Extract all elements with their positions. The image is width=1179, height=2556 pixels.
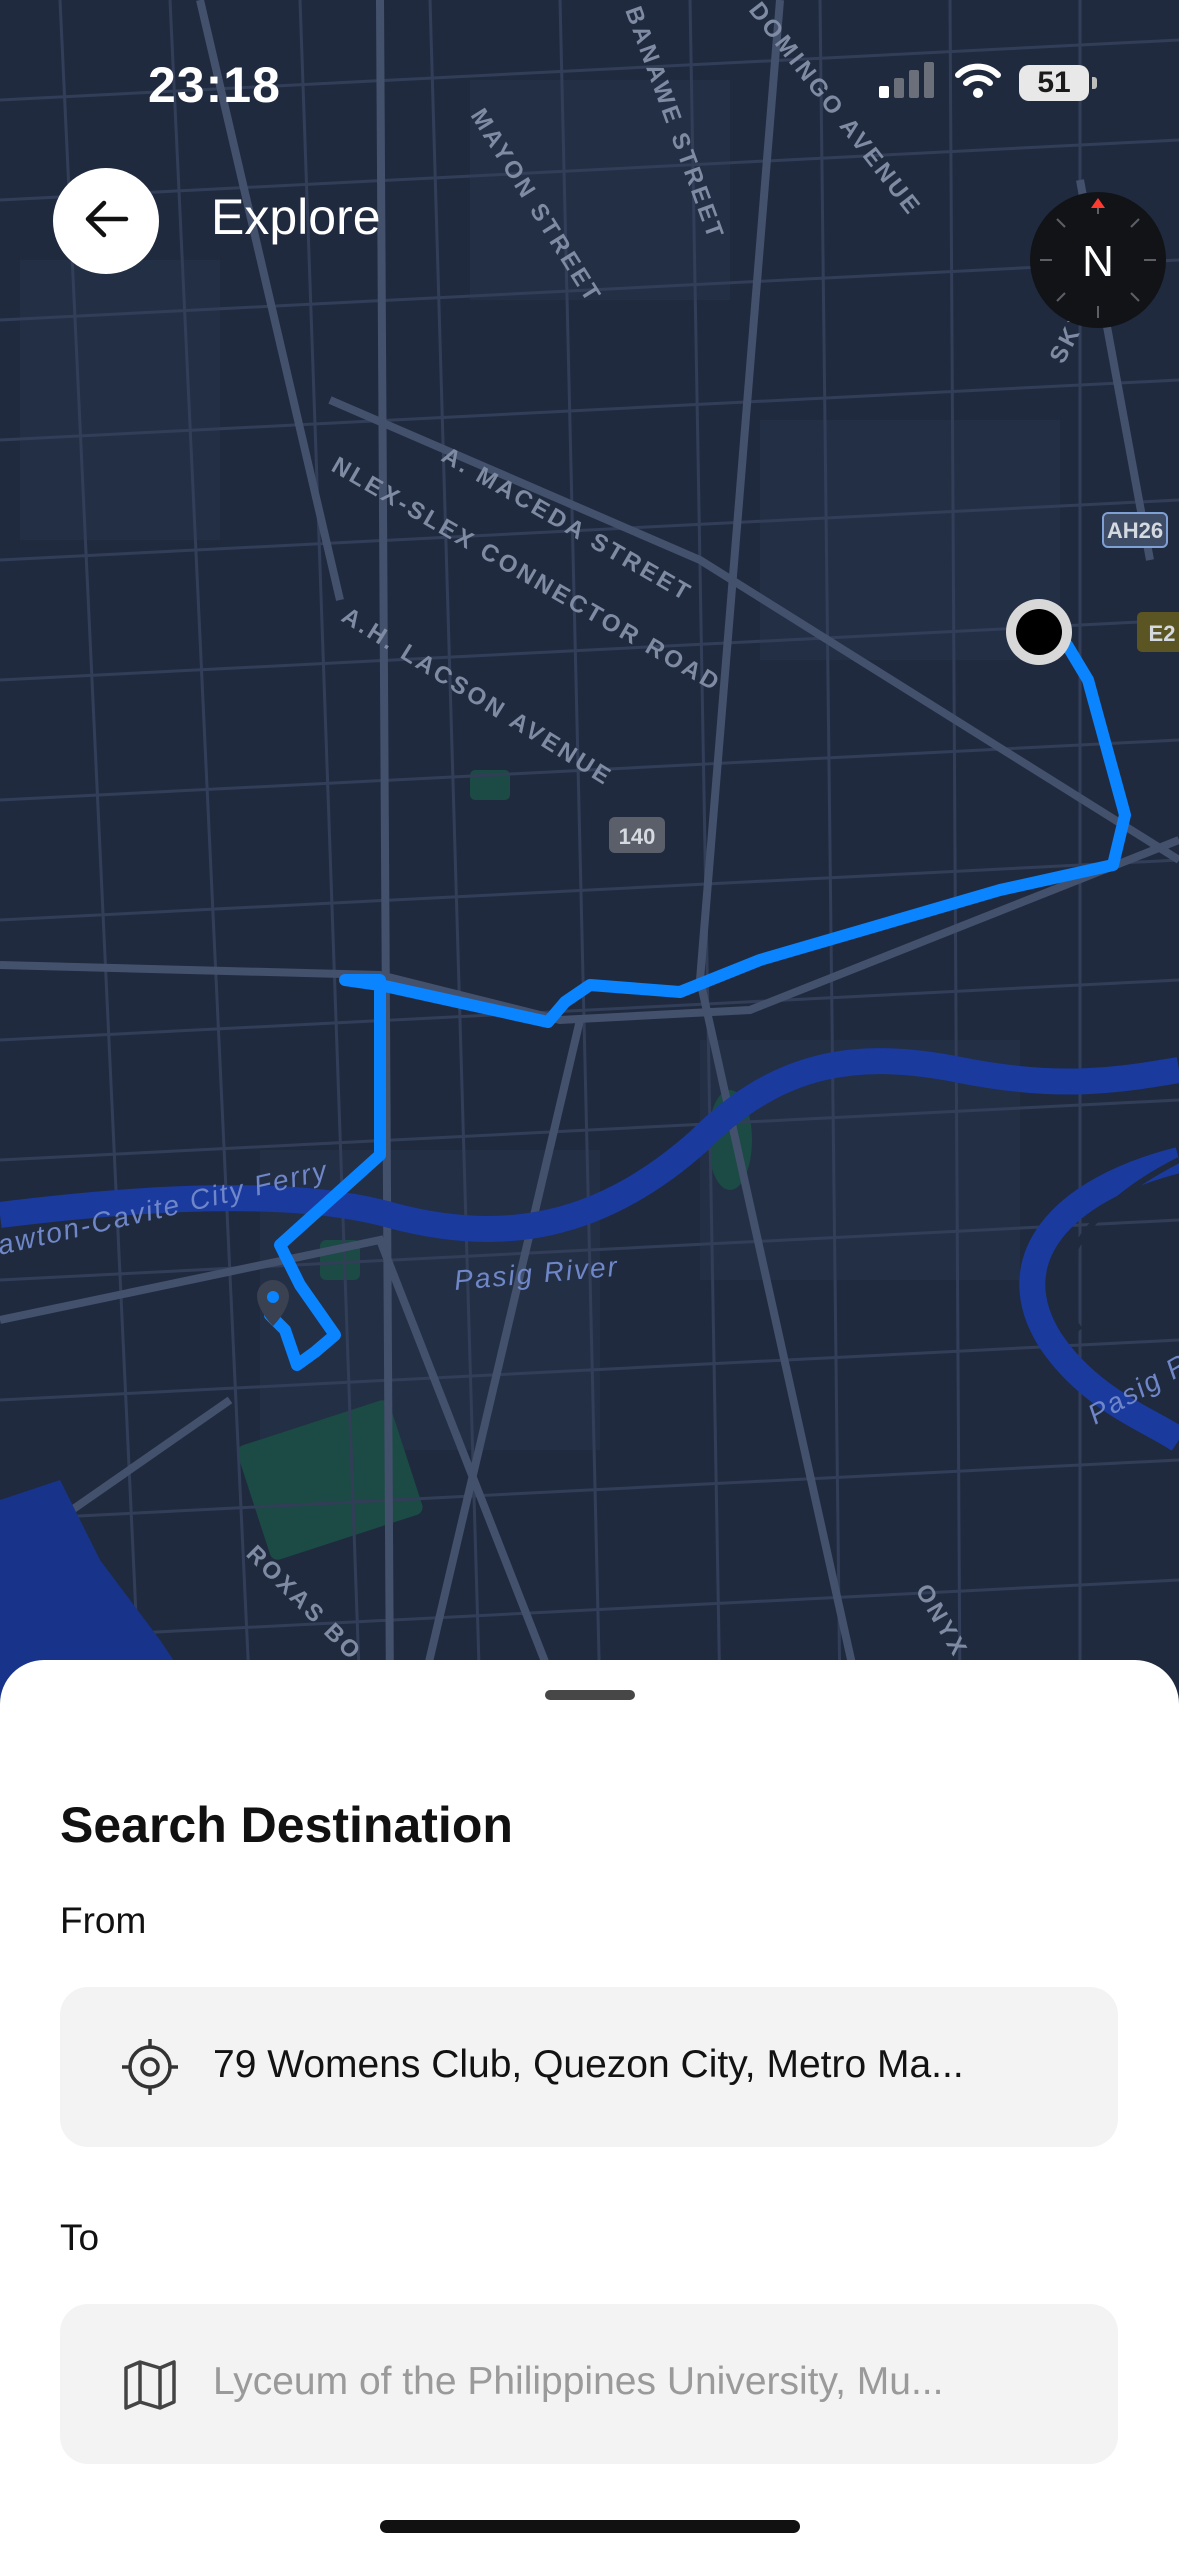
home-indicator[interactable]	[380, 2520, 800, 2533]
sheet-title: Search Destination	[60, 1797, 513, 1853]
back-button[interactable]	[53, 168, 159, 274]
search-destination-sheet: Search Destination From 79 Womens Club, …	[0, 1660, 1179, 2556]
to-label: To	[60, 2217, 100, 2258]
from-value[interactable]: 79 Womens Club, Quezon City, Metro Ma...	[213, 2043, 964, 2087]
arrow-left-icon	[82, 199, 130, 244]
map-icon	[122, 2356, 178, 2412]
route-shield-e2: E2	[1137, 612, 1179, 652]
svg-text:140: 140	[619, 824, 656, 849]
from-label: From	[60, 1900, 147, 1941]
wifi-icon	[955, 62, 1001, 103]
signal-icon	[879, 62, 937, 103]
route-shield-140: 140	[609, 817, 665, 853]
status-time: 23:18	[148, 57, 281, 113]
battery-icon: 51	[1019, 64, 1097, 101]
svg-text:AH26: AH26	[1107, 518, 1163, 543]
route-shield-ah26: AH26	[1102, 512, 1168, 548]
location-target-icon	[122, 2039, 178, 2095]
to-input[interactable]: Lyceum of the Philippines University, Mu…	[213, 2360, 943, 2404]
map-canvas[interactable]: AH26 E2 140 BANAWE STREET DOMINGO AVENUE…	[0, 0, 1179, 1700]
compass-button[interactable]: N	[1030, 192, 1166, 328]
svg-text:E2: E2	[1149, 621, 1176, 646]
to-field[interactable]: Lyceum of the Philippines University, Mu…	[60, 2304, 1118, 2464]
compass-icon: N	[1040, 198, 1156, 318]
start-location-marker[interactable]	[1006, 599, 1072, 665]
svg-text:N: N	[1082, 237, 1114, 286]
sheet-grabber[interactable]	[545, 1690, 635, 1700]
from-field[interactable]: 79 Womens Club, Quezon City, Metro Ma...	[60, 1987, 1118, 2147]
map-view[interactable]: AH26 E2 140 BANAWE STREET DOMINGO AVENUE…	[0, 0, 1179, 1700]
status-icons: 51	[879, 62, 1097, 103]
page-title: Explore	[211, 189, 381, 245]
